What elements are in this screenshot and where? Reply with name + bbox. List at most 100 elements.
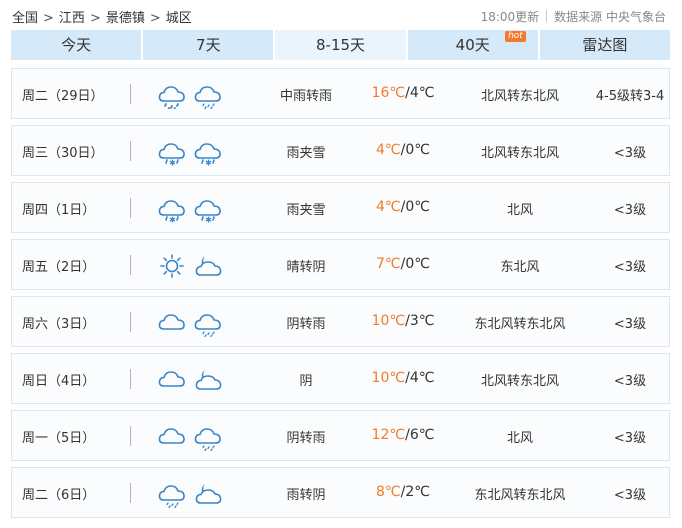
- tab-radar[interactable]: 雷达图: [539, 30, 671, 60]
- tab-label: 8-15天: [315, 36, 366, 54]
- temperature-range: 10℃/4℃: [358, 370, 448, 386]
- top-bar: 全国 > 江西 > 景德镇 > 城区 18:00更新 数据来源 中央气象台: [0, 0, 682, 30]
- weather-description: 雨夹雪: [286, 146, 326, 161]
- data-source: 数据来源 中央气象台: [554, 10, 666, 24]
- forecast-day: 周三（30日）: [22, 146, 104, 161]
- weather-icons: [157, 81, 227, 109]
- temperature-range: 8℃/2℃: [358, 484, 448, 500]
- weather-icons: ✱ ✱: [157, 138, 227, 166]
- high-temp: 4℃: [376, 199, 401, 215]
- tab-label: 雷达图: [582, 36, 628, 54]
- wind-level: <3级: [613, 203, 647, 218]
- forecast-list: 周二（29日） 中雨转雨 16℃/4℃ 北风转东北风 4-5级转3-4 周三（30日） ✱ ✱…: [11, 68, 670, 524]
- cloud-sleet-icon: ✱: [194, 143, 221, 167]
- forecast-day: 周二（29日）: [22, 89, 104, 104]
- wind-direction: 东北风转东北风: [474, 317, 566, 332]
- temperature-range: 12℃/6℃: [358, 427, 448, 443]
- weather-icons: [157, 366, 227, 394]
- wind-level: <3级: [613, 488, 647, 503]
- temperature-range: 7℃/0℃: [358, 256, 448, 272]
- temperature-range: 4℃/0℃: [358, 142, 448, 158]
- weather-icons: [157, 423, 227, 451]
- tab-today[interactable]: 今天: [11, 30, 142, 60]
- update-time: 18:00更新: [480, 10, 540, 24]
- tab-8-15-days[interactable]: 8-15天: [275, 30, 406, 60]
- cloud-light-rain-icon: [194, 428, 221, 451]
- tab-40-days[interactable]: 40天 hot: [407, 30, 538, 60]
- forecast-day: 周一（5日）: [22, 431, 96, 446]
- breadcrumb-national[interactable]: 全国: [12, 11, 38, 26]
- weather-description: 阴转雨: [286, 317, 326, 332]
- weather-description: 雨夹雪: [286, 203, 326, 218]
- breadcrumb-separator: >: [43, 11, 54, 26]
- cloud-moon-icon: [195, 256, 222, 276]
- wind-level: 4-5级转3-4: [595, 89, 665, 104]
- wind-direction: 北风转东北风: [480, 146, 559, 161]
- divider: [546, 10, 548, 22]
- hot-badge: hot: [505, 31, 526, 42]
- tab-label: 7天: [196, 36, 221, 54]
- high-temp: 16℃: [371, 85, 406, 101]
- weather-icons: [157, 252, 227, 280]
- weather-description: 阴: [299, 374, 313, 389]
- weather-icons: [157, 480, 227, 508]
- divider: [130, 255, 131, 275]
- divider: [130, 426, 131, 446]
- high-temp: 10℃: [371, 313, 406, 329]
- weather-description: 阴转雨: [286, 431, 326, 446]
- weather-icons: [157, 309, 227, 337]
- forecast-row: 周四（1日） ✱ ✱ 雨夹雪 4℃/0℃ 北风 <3级: [11, 182, 670, 233]
- wind-level: <3级: [613, 374, 647, 389]
- cloud-sleet-icon: ✱: [194, 200, 221, 224]
- wind-level: <3级: [613, 260, 647, 275]
- breadcrumb-separator: >: [89, 11, 101, 26]
- low-temp: 4℃: [409, 85, 435, 101]
- forecast-day: 周四（1日）: [22, 203, 96, 218]
- cloud-light-rain-icon: [194, 314, 221, 337]
- forecast-day: 周日（4日）: [22, 374, 96, 389]
- weather-description: 雨转阴: [286, 488, 326, 503]
- high-temp: 7℃: [376, 256, 401, 272]
- breadcrumb-jingdezhen[interactable]: 景德镇: [106, 11, 145, 26]
- cloud-icon: [158, 371, 185, 387]
- wind-direction: 东北风: [500, 260, 540, 275]
- weather-icons: ✱ ✱: [157, 195, 227, 223]
- forecast-row: 周日（4日） 阴 10℃/4℃ 北风转东北风 <3级: [11, 353, 670, 404]
- svg-text:✱: ✱: [205, 216, 212, 224]
- forecast-day: 周五（2日）: [22, 260, 96, 275]
- sun-icon: [160, 254, 184, 278]
- svg-text:✱: ✱: [169, 159, 176, 167]
- cloud-sleet-icon: ✱: [158, 200, 185, 223]
- temperature-range: 4℃/0℃: [358, 199, 448, 215]
- divider: [130, 369, 131, 389]
- wind-direction: 北风: [506, 431, 533, 446]
- high-temp: 4℃: [376, 142, 401, 158]
- temperature-range: 16℃/4℃: [358, 85, 448, 101]
- forecast-tabs: 今天 7天 8-15天 40天 hot 雷达图: [11, 30, 671, 60]
- breadcrumb-jiangxi[interactable]: 江西: [59, 11, 85, 26]
- forecast-day: 周六（3日）: [22, 317, 96, 332]
- weather-description: 中雨转雨: [279, 89, 332, 104]
- divider: [130, 198, 131, 218]
- low-temp: 6℃: [409, 427, 435, 443]
- high-temp: 12℃: [371, 427, 406, 443]
- cloud-light-rain-icon: [158, 485, 185, 508]
- svg-text:✱: ✱: [205, 159, 212, 167]
- cloud-moon-icon: [195, 370, 222, 390]
- wind-direction: 东北风转东北风: [474, 488, 566, 503]
- high-temp: 8℃: [376, 484, 401, 500]
- divider: [130, 312, 131, 332]
- cloud-light-rain-icon: [194, 86, 221, 109]
- breadcrumb: 全国 > 江西 > 景德镇 > 城区: [12, 7, 192, 26]
- forecast-row: 周六（3日） 阴转雨 10℃/3℃ 东北风转东北风 <3级: [11, 296, 670, 347]
- forecast-row: 周一（5日） 阴转雨 12℃/6℃ 北风 <3级: [11, 410, 670, 461]
- breadcrumb-separator: >: [149, 11, 161, 26]
- breadcrumb-current: 城区: [165, 11, 192, 26]
- wind-level: <3级: [613, 317, 647, 332]
- divider: [130, 483, 131, 503]
- forecast-day: 周二（6日）: [22, 488, 96, 503]
- wind-direction: 北风: [506, 203, 533, 218]
- low-temp: 3℃: [409, 313, 435, 329]
- tab-7-days[interactable]: 7天: [143, 30, 274, 60]
- forecast-row: 周五（2日） 晴转阴 7℃/0℃ 东北风 <3级: [11, 239, 670, 290]
